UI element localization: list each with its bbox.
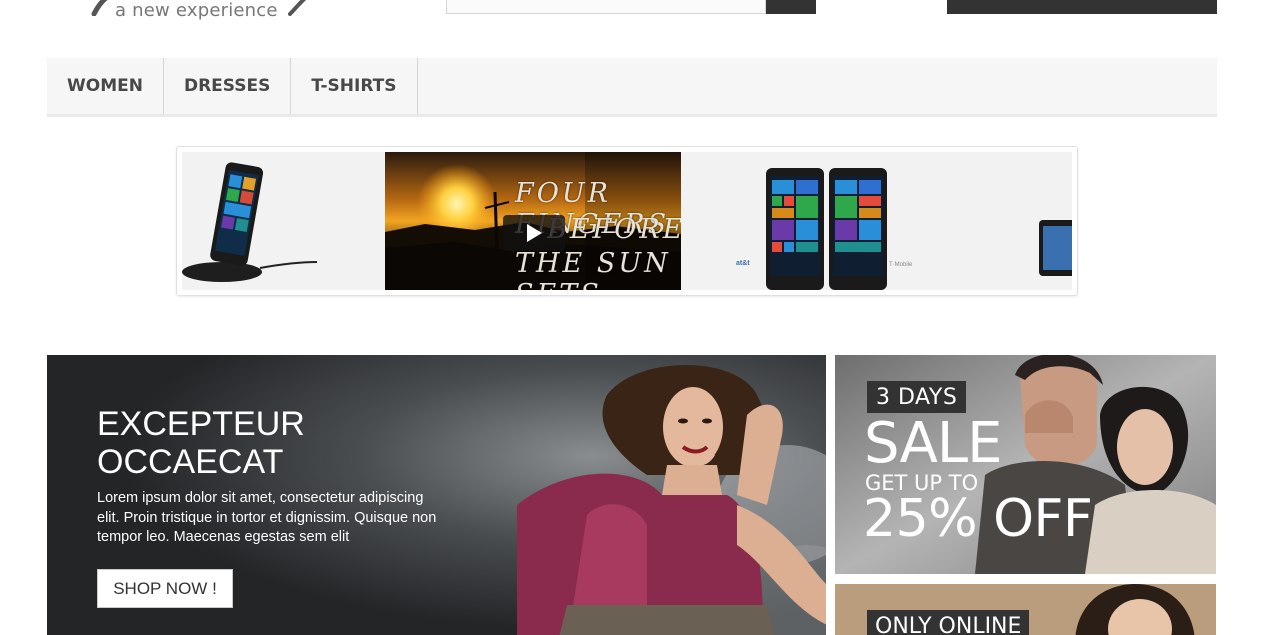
cart-button[interactable] <box>947 0 1217 14</box>
menu-item-dresses[interactable]: DRESSES <box>164 58 292 114</box>
search-button[interactable] <box>766 0 816 14</box>
play-icon <box>527 224 542 242</box>
hero-title: EXCEPTEUR OCCAECAT <box>97 405 457 481</box>
sale-headline: SALE <box>864 411 1002 476</box>
sale-days-badge: 3 DAYS <box>867 381 967 413</box>
menu-item-women[interactable]: WOMEN <box>47 58 164 114</box>
slider-strip: FOUR FINGERS BEFORE THE SUN SETS <box>182 152 1072 290</box>
carrier-tmobile-logo: T·Mobile <box>889 262 913 268</box>
hero-banner[interactable]: EXCEPTEUR OCCAECAT Lorem ipsum dolor sit… <box>47 355 826 635</box>
sale-discount: 25% OFF <box>863 489 1093 549</box>
slide-phones[interactable]: at&t T·Mobile <box>681 152 1072 290</box>
video-title-line-3: THE SUN SETS <box>515 248 671 290</box>
logo-swoosh-left-icon <box>91 0 108 16</box>
logo-tagline: a new experience <box>115 0 278 21</box>
sale-banner[interactable]: 3 DAYS SALE GET UP TO 25% OFF <box>835 355 1216 574</box>
hero-title-line-2: OCCAECAT <box>97 443 284 481</box>
logo-swoosh-right-icon <box>288 0 307 16</box>
shop-now-button[interactable]: SHOP NOW ! <box>97 569 233 608</box>
phones-image <box>681 152 1072 290</box>
menu-item-tshirts[interactable]: T-SHIRTS <box>291 58 418 114</box>
online-badge: ONLY ONLINE <box>867 610 1030 635</box>
carrier-att-logo: at&t <box>736 260 750 267</box>
hero-title-line-1: EXCEPTEUR <box>97 405 305 443</box>
online-banner[interactable]: ONLY ONLINE <box>835 584 1216 635</box>
play-button[interactable] <box>503 215 565 251</box>
video-title-line-2: BEFORE <box>547 214 681 245</box>
slide-phone-dock[interactable] <box>182 152 385 290</box>
hero-description: Lorem ipsum dolor sit amet, consectetur … <box>97 490 437 545</box>
search-input[interactable] <box>446 0 766 14</box>
top-menu: WOMEN DRESSES T-SHIRTS <box>47 58 1217 117</box>
slide-video[interactable]: FOUR FINGERS BEFORE THE SUN SETS <box>385 152 681 290</box>
